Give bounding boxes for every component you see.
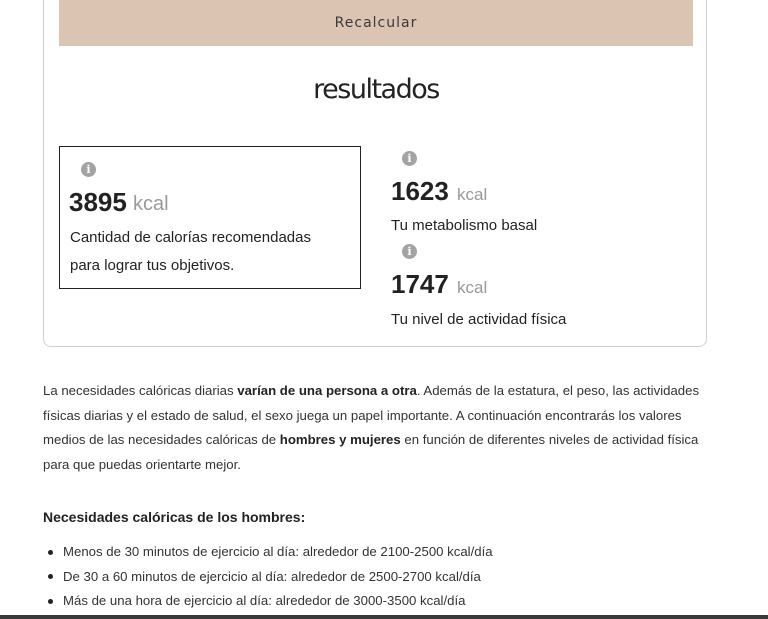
bullet-icon bbox=[48, 574, 53, 579]
info-icon[interactable]: i bbox=[402, 244, 417, 259]
list-item: De 30 a 60 minutos de ejercicio al día: … bbox=[43, 565, 493, 590]
men-needs-heading: Necesidades calóricas de los hombres: bbox=[43, 509, 306, 525]
recommended-calories-label-line2: para lograr tus objetivos. bbox=[70, 257, 235, 274]
info-icon[interactable]: i bbox=[81, 162, 96, 177]
bullet-icon bbox=[48, 549, 53, 555]
basal-metabolism-value: 1623 bbox=[391, 176, 449, 206]
recommended-calories-value: 3895 bbox=[69, 187, 127, 217]
activity-level-label: Tu nivel de actividad física bbox=[391, 311, 567, 328]
recalculate-button[interactable]: Recalcular bbox=[59, 0, 693, 46]
basal-metabolism-label: Tu metabolismo basal bbox=[391, 217, 538, 234]
info-icon[interactable]: i bbox=[402, 151, 417, 166]
intro-paragraph: La necesidades calóricas diarias varían … bbox=[43, 383, 700, 473]
basal-metabolism-unit: kcal bbox=[457, 185, 488, 204]
bullet-icon bbox=[48, 598, 53, 604]
list-item: Más de una hora de ejercicio al día: alr… bbox=[43, 589, 493, 614]
list-item: Menos de 30 minutos de ejercicio al día:… bbox=[43, 540, 493, 565]
activity-level-unit: kcal bbox=[457, 278, 488, 297]
men-needs-list: Menos de 30 minutos de ejercicio al día:… bbox=[43, 540, 493, 614]
recommended-calories-label-line1: Cantidad de calorías recomendadas bbox=[70, 229, 311, 246]
recommended-calories-unit: kcal bbox=[133, 193, 169, 215]
activity-level-value: 1747 bbox=[391, 269, 449, 299]
bottom-bar bbox=[0, 615, 768, 619]
results-title: resultados bbox=[313, 74, 440, 105]
